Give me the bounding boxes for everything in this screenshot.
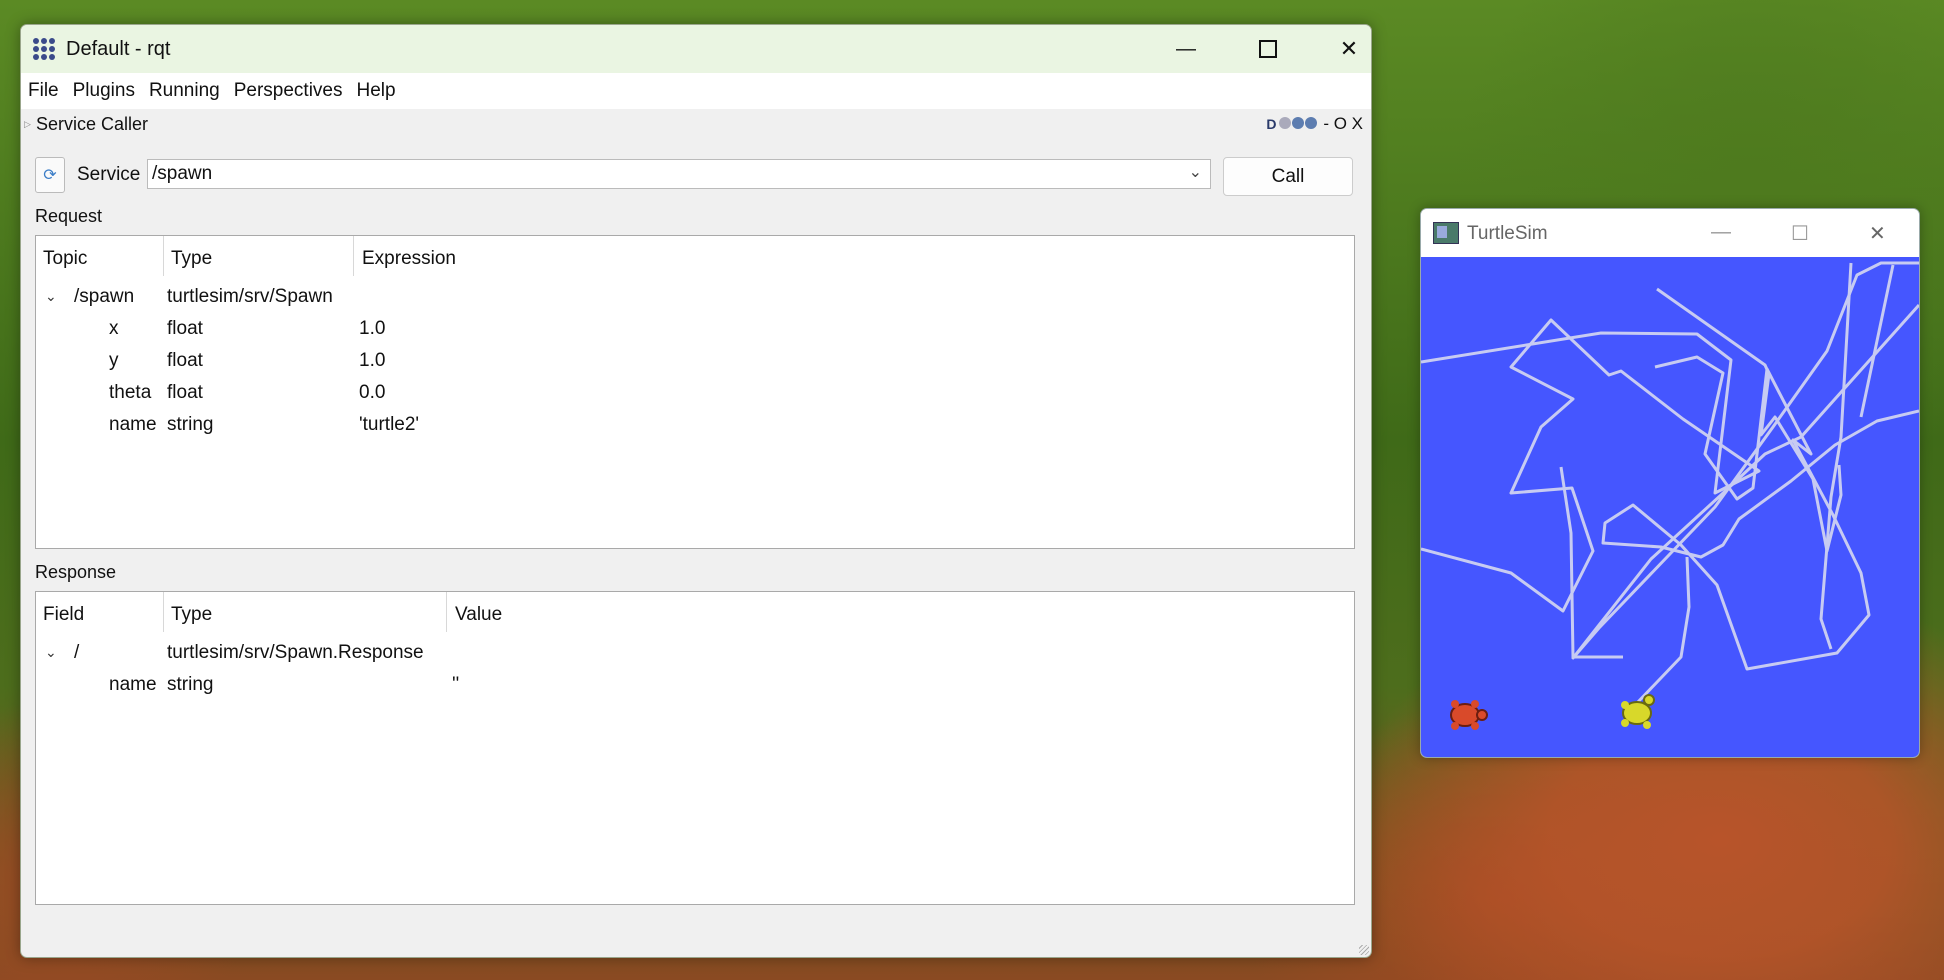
chevron-down-icon[interactable]: ⌄: [45, 644, 57, 661]
request-header-topic[interactable]: Topic: [43, 248, 87, 270]
response-header-type[interactable]: Type: [171, 604, 212, 626]
response-tree[interactable]: Field Type Value ⌄ / turtlesim/srv/Spawn…: [35, 591, 1355, 905]
row-type: string: [167, 674, 214, 695]
row-expression[interactable]: 1.0: [359, 318, 385, 340]
row-type: float: [167, 318, 203, 339]
refresh-icon: ⟳: [43, 167, 57, 184]
row-value: '': [452, 674, 460, 695]
service-label: Service: [77, 164, 141, 185]
service-combo[interactable]: /spawn ⌄: [147, 159, 1211, 189]
table-row[interactable]: name string '': [36, 674, 1354, 698]
row-field: /: [74, 642, 80, 663]
maximize-icon: [1259, 40, 1277, 58]
response-header-field[interactable]: Field: [43, 604, 84, 626]
row-topic: name: [109, 414, 157, 435]
menu-help[interactable]: Help: [357, 80, 404, 102]
table-row[interactable]: ⌄ / turtlesim/srv/Spawn.Response: [36, 642, 1354, 666]
turtle-path-drawing: [1421, 261, 1919, 730]
plugin-tool-icons[interactable]: D: [1266, 117, 1318, 131]
menu-perspectives[interactable]: Perspectives: [234, 80, 351, 102]
resize-grip[interactable]: [1359, 945, 1369, 955]
turtlesim-maximize-icon[interactable]: ☐: [1791, 221, 1809, 246]
menu-bar: File Plugins Running Perspectives Help: [21, 73, 1371, 109]
rqt-window: Default - rqt — ✕ File Plugins Running P…: [20, 24, 1372, 958]
row-expression[interactable]: 0.0: [359, 382, 385, 404]
turtlesim-minimize-icon[interactable]: —: [1711, 221, 1731, 244]
plugin-title: Service Caller: [36, 114, 149, 134]
table-row[interactable]: x float 1.0: [36, 318, 1354, 342]
turtlesim-window: TurtleSim — ☐ ✕: [1420, 208, 1920, 758]
help-icon[interactable]: [1305, 117, 1318, 129]
refresh-button[interactable]: ⟳: [35, 157, 65, 193]
plugin-header: ▷ Service Caller D - O X: [21, 109, 1371, 141]
window-title: Default - rqt: [66, 38, 171, 60]
maximize-button[interactable]: [1248, 35, 1288, 63]
turtlesim-close-icon[interactable]: ✕: [1869, 221, 1886, 246]
request-header: Topic Type Expression: [36, 236, 1354, 276]
settings-icon[interactable]: [1279, 117, 1292, 129]
service-combo-value: /spawn: [152, 163, 213, 184]
chevron-down-icon[interactable]: ⌄: [45, 288, 57, 305]
row-topic: theta: [109, 382, 152, 403]
service-row: ⟳ Service /spawn ⌄ Call: [35, 155, 1357, 196]
reload-icon[interactable]: [1292, 117, 1305, 129]
row-field: name: [109, 674, 157, 695]
response-header-value[interactable]: Value: [455, 604, 502, 626]
turtlesim-app-icon: [1433, 222, 1459, 244]
table-row[interactable]: ⌄ /spawn turtlesim/srv/Spawn: [36, 286, 1354, 310]
table-row[interactable]: y float 1.0: [36, 350, 1354, 374]
close-icon: ✕: [1339, 36, 1359, 61]
plugin-window-controls[interactable]: - O X: [1323, 114, 1363, 134]
minimize-icon: —: [1176, 37, 1196, 60]
menu-running[interactable]: Running: [149, 80, 228, 102]
close-button[interactable]: ✕: [1329, 35, 1369, 63]
turtlesim-canvas: [1421, 257, 1919, 757]
row-type: turtlesim/srv/Spawn: [167, 286, 333, 307]
row-topic: x: [109, 318, 119, 339]
turtle1-icon: [1450, 700, 1488, 730]
row-type: float: [167, 382, 203, 403]
table-row[interactable]: name string 'turtle2': [36, 414, 1354, 438]
expand-triangle-icon[interactable]: ▷: [24, 119, 31, 130]
response-header: Field Type Value: [36, 592, 1354, 632]
dock-icon[interactable]: D: [1266, 117, 1278, 131]
plugin-toolbar: D - O X: [1266, 114, 1363, 134]
request-header-expression[interactable]: Expression: [362, 248, 456, 270]
turtle2-icon: [1621, 694, 1655, 729]
row-type: string: [167, 414, 214, 435]
row-topic: /spawn: [74, 286, 135, 307]
request-header-type[interactable]: Type: [171, 248, 212, 270]
turtlesim-title: TurtleSim: [1467, 223, 1548, 244]
minimize-button[interactable]: —: [1166, 35, 1206, 63]
table-row[interactable]: theta float 0.0: [36, 382, 1354, 406]
turtle-path: [1421, 261, 1919, 705]
rqt-app-icon: [33, 38, 55, 60]
row-type: float: [167, 350, 203, 371]
title-bar[interactable]: Default - rqt — ✕: [21, 25, 1371, 73]
row-expression[interactable]: 1.0: [359, 350, 385, 372]
menu-plugins[interactable]: Plugins: [73, 80, 143, 102]
request-label: Request: [35, 206, 103, 226]
row-type: turtlesim/srv/Spawn.Response: [167, 642, 424, 663]
row-topic: y: [109, 350, 119, 371]
response-label: Response: [35, 562, 117, 582]
turtlesim-title-bar[interactable]: TurtleSim — ☐ ✕: [1421, 209, 1919, 257]
menu-file[interactable]: File: [28, 80, 67, 102]
request-tree[interactable]: Topic Type Expression ⌄ /spawn turtlesim…: [35, 235, 1355, 549]
call-button[interactable]: Call: [1223, 157, 1353, 196]
chevron-down-icon: ⌄: [1188, 164, 1202, 181]
row-expression[interactable]: 'turtle2': [359, 414, 419, 436]
